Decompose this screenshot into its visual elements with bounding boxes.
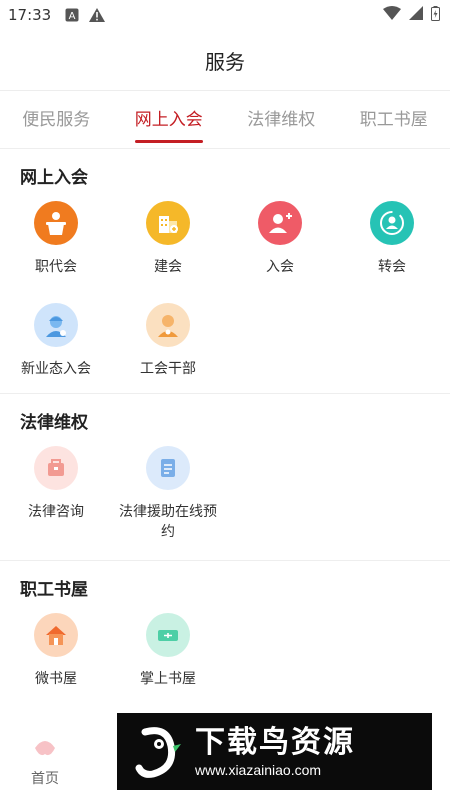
service-item-build-union[interactable]: 建会 bbox=[112, 187, 224, 289]
service-grid: 法律咨询 法律援助在线预约 bbox=[0, 432, 450, 558]
tab-worker-bookhouse[interactable]: 职工书屋 bbox=[360, 99, 428, 140]
service-item-transfer-union[interactable]: 转会 bbox=[336, 187, 448, 289]
section-title: 职工书屋 bbox=[20, 580, 88, 600]
worker-icon bbox=[34, 303, 78, 347]
section-title: 法律维权 bbox=[20, 413, 88, 433]
bird-logo-icon bbox=[127, 722, 187, 782]
tab-legal-rights[interactable]: 法律维权 bbox=[247, 99, 315, 140]
cadre-icon bbox=[146, 303, 190, 347]
wifi-icon bbox=[383, 6, 401, 24]
service-item-label: 工会干部 bbox=[140, 361, 196, 377]
service-item-staff-congress[interactable]: 职代会 bbox=[0, 187, 112, 289]
tab-convenience-services[interactable]: 便民服务 bbox=[22, 99, 90, 140]
page-title: 服务 bbox=[205, 49, 245, 74]
watermark-banner: 下载鸟资源 www.xiazainiao.com bbox=[117, 713, 432, 790]
service-item-label: 职代会 bbox=[35, 259, 77, 275]
watermark-url: www.xiazainiao.com bbox=[195, 761, 322, 778]
notification-a-icon: A bbox=[65, 8, 79, 22]
user-add-icon bbox=[258, 201, 302, 245]
podium-icon bbox=[34, 201, 78, 245]
service-item-legal-consult[interactable]: 法律咨询 bbox=[0, 432, 112, 558]
service-item-label: 入会 bbox=[266, 259, 294, 275]
battery-icon bbox=[431, 5, 440, 25]
service-item-label: 转会 bbox=[378, 259, 406, 275]
nav-home-label: 首页 bbox=[31, 771, 59, 787]
house-icon bbox=[34, 613, 78, 657]
section-bookhouse: 职工书屋 微书屋 掌上书屋 bbox=[0, 561, 450, 701]
svg-text:A: A bbox=[69, 11, 76, 22]
service-item-label: 新业态入会 bbox=[21, 361, 91, 377]
section-online-join: 网上入会 职代会 建会 入会 转会 新业态入会 工会干部 bbox=[0, 149, 450, 391]
service-item-label: 建会 bbox=[154, 259, 182, 275]
service-item-new-economy-join[interactable]: 新业态入会 bbox=[0, 289, 112, 391]
tab-online-join[interactable]: 网上入会 bbox=[134, 99, 203, 143]
service-grid: 微书屋 掌上书屋 bbox=[0, 599, 450, 701]
book-icon bbox=[146, 613, 190, 657]
watermark-title: 下载鸟资源 bbox=[195, 724, 355, 760]
service-item-mobile-bookhouse[interactable]: 掌上书屋 bbox=[112, 599, 224, 701]
tab-bar: 便民服务 网上入会 法律维权 职工书屋 bbox=[0, 91, 450, 149]
service-item-label: 掌上书屋 bbox=[140, 671, 196, 687]
signal-icon bbox=[409, 6, 423, 24]
service-item-label: 法律咨询 bbox=[28, 504, 84, 520]
home-icon bbox=[32, 738, 58, 762]
user-transfer-icon bbox=[370, 201, 414, 245]
section-title: 网上入会 bbox=[20, 168, 88, 188]
service-item-union-cadre[interactable]: 工会干部 bbox=[112, 289, 224, 391]
service-item-legal-aid-booking[interactable]: 法律援助在线预约 bbox=[112, 432, 224, 558]
service-item-join-union[interactable]: 入会 bbox=[224, 187, 336, 289]
building-icon bbox=[146, 201, 190, 245]
service-item-label: 法律援助在线预约 bbox=[119, 504, 217, 540]
nav-home[interactable]: 首页 bbox=[20, 738, 70, 788]
section-legal-rights: 法律维权 法律咨询 法律援助在线预约 bbox=[0, 394, 450, 558]
warning-icon bbox=[89, 8, 106, 22]
service-item-micro-bookhouse[interactable]: 微书屋 bbox=[0, 599, 112, 701]
service-item-label: 微书屋 bbox=[35, 671, 77, 687]
service-grid: 职代会 建会 入会 转会 新业态入会 工会干部 bbox=[0, 187, 450, 391]
status-bar: 17:33 A bbox=[0, 0, 450, 30]
legal-aid-icon bbox=[146, 446, 190, 490]
watermark-text: 下载鸟资源 www.xiazainiao.com bbox=[195, 725, 355, 779]
legal-consult-icon bbox=[34, 446, 78, 490]
status-time: 17:33 bbox=[8, 6, 52, 24]
